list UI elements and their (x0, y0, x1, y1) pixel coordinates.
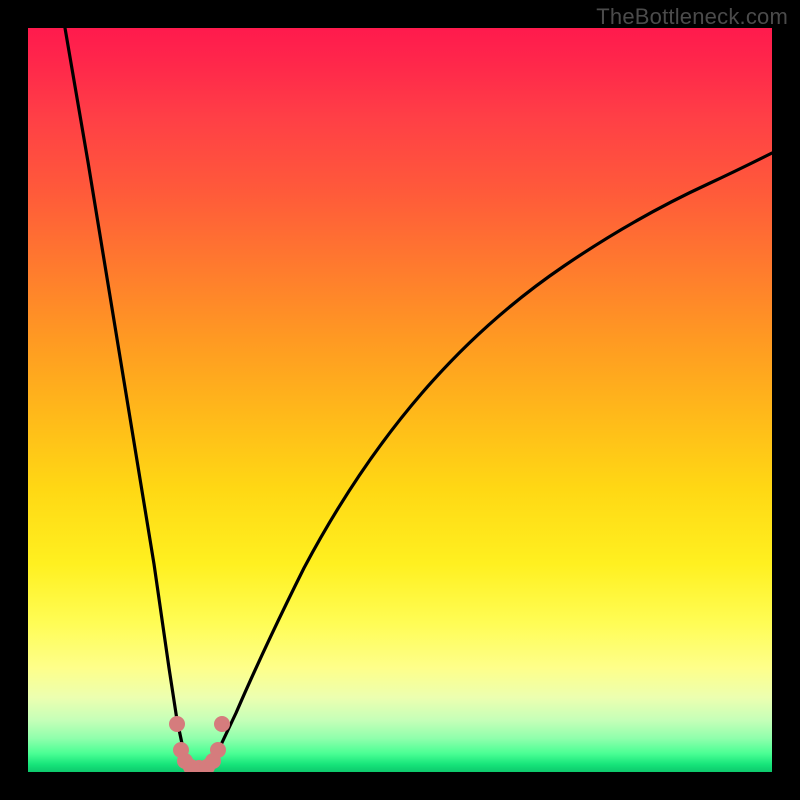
watermark-text: TheBottleneck.com (596, 4, 788, 30)
marker-dot (169, 716, 185, 732)
bottleneck-curve-left (65, 28, 188, 768)
chart-frame: TheBottleneck.com (0, 0, 800, 800)
valley-marker-group (169, 716, 230, 772)
plot-area (28, 28, 772, 772)
marker-dot (210, 742, 226, 758)
curve-layer (28, 28, 772, 772)
marker-dot (214, 716, 230, 732)
bottleneck-curve-right (210, 153, 772, 768)
